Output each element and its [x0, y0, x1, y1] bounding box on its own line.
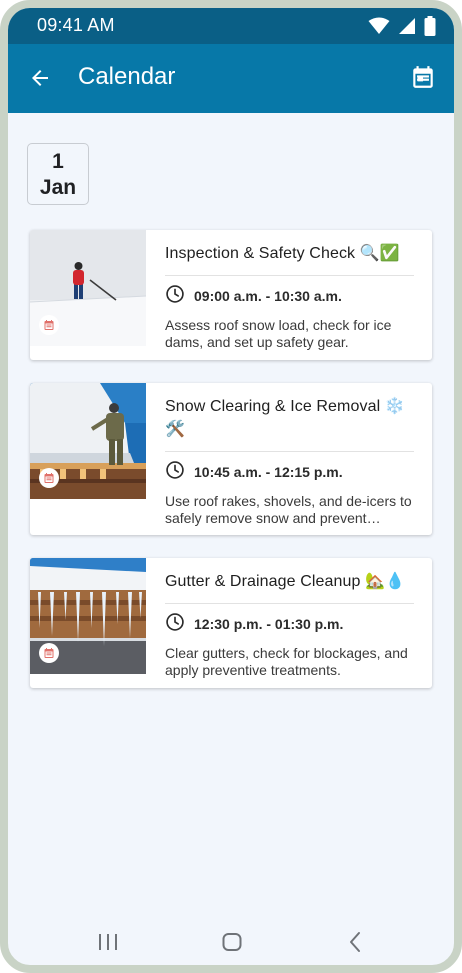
event-title: Gutter & Drainage Cleanup 🏡💧	[165, 573, 406, 590]
status-icons	[368, 16, 436, 41]
event-body: Inspection & Safety Check 🔍✅ 09:00 a.m. …	[165, 242, 414, 351]
wifi-icon	[368, 17, 390, 40]
home-icon[interactable]	[218, 928, 246, 956]
event-time-row: 12:30 p.m. - 01:30 p.m.	[165, 612, 414, 635]
event-body: Snow Clearing & Ice Removal ❄️🛠️ 10:45 a…	[165, 395, 414, 527]
clock-icon	[165, 284, 185, 307]
event-time: 12:30 p.m. - 01:30 p.m.	[194, 615, 344, 632]
back-icon[interactable]	[342, 928, 370, 956]
date-badge: 1 Jan	[27, 143, 89, 205]
clock-icon	[165, 612, 185, 635]
event-divider	[165, 451, 414, 452]
event-divider	[165, 275, 414, 276]
date-month: Jan	[39, 176, 77, 199]
event-title: Inspection & Safety Check 🔍✅	[165, 245, 400, 262]
clock-icon	[165, 460, 185, 483]
event-calendar-badge	[39, 468, 59, 488]
event-body: Gutter & Drainage Cleanup 🏡💧 12:30 p.m. …	[165, 570, 414, 679]
recent-apps-icon[interactable]	[94, 928, 122, 956]
event-description: Assess roof snow load, check for ice dam…	[165, 317, 392, 350]
event-time-row: 10:45 a.m. - 12:15 p.m.	[165, 460, 414, 483]
event-card-inspection[interactable]: Inspection & Safety Check 🔍✅ 09:00 a.m. …	[30, 230, 432, 360]
event-calendar-badge	[39, 643, 59, 663]
phone-frame: 09:41 AM Calendar 1 Jan Inspection & Saf…	[0, 0, 462, 973]
system-nav-bar	[8, 918, 454, 965]
page-title: Calendar	[78, 63, 176, 90]
event-card-snow-clearing[interactable]: Snow Clearing & Ice Removal ❄️🛠️ 10:45 a…	[30, 383, 432, 535]
event-time-row: 09:00 a.m. - 10:30 a.m.	[165, 284, 414, 307]
event-divider	[165, 603, 414, 604]
back-arrow-icon[interactable]	[28, 66, 52, 90]
date-day: 1	[52, 150, 64, 173]
event-card-gutter-cleanup[interactable]: Gutter & Drainage Cleanup 🏡💧 12:30 p.m. …	[30, 558, 432, 688]
event-description: Clear gutters, check for blockages, and …	[165, 645, 408, 678]
event-calendar-badge	[39, 315, 59, 335]
status-time: 09:41 AM	[37, 15, 115, 35]
event-time: 10:45 a.m. - 12:15 p.m.	[194, 463, 343, 480]
app-bar: Calendar	[8, 44, 454, 113]
event-time: 09:00 a.m. - 10:30 a.m.	[194, 287, 342, 304]
event-description: Use roof rakes, shovels, and de-icers to…	[165, 493, 412, 526]
battery-icon	[424, 16, 436, 41]
status-bar: 09:41 AM	[8, 8, 454, 44]
calendar-icon[interactable]	[410, 64, 436, 90]
signal-icon	[398, 17, 416, 40]
event-title: Snow Clearing & Ice Removal ❄️🛠️	[165, 398, 405, 438]
